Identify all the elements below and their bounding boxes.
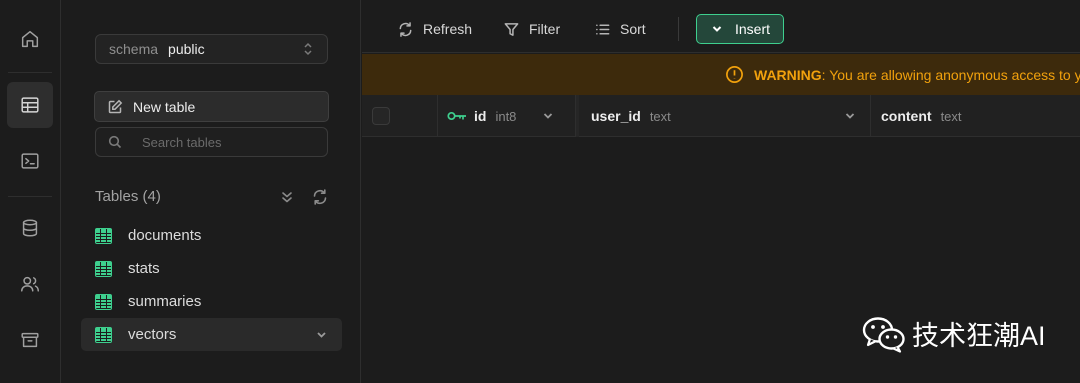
- table-item-documents[interactable]: documents: [81, 219, 342, 252]
- table-item-vectors[interactable]: vectors: [81, 318, 342, 351]
- authentication-button[interactable]: [7, 261, 53, 307]
- users-icon: [21, 276, 39, 292]
- table-editor-button[interactable]: [7, 82, 53, 128]
- filter-button[interactable]: Filter: [503, 17, 560, 41]
- table-item-label: vectors: [128, 326, 177, 343]
- search-tables-field[interactable]: [95, 127, 328, 157]
- watermark-text: 技术狂潮AI: [912, 321, 1046, 351]
- search-icon: [108, 135, 122, 149]
- table-icon: [95, 260, 112, 277]
- refresh-icon: [399, 21, 412, 37]
- warning-icon: [726, 66, 743, 83]
- chevron-down-icon[interactable]: [315, 328, 328, 341]
- sort-label: Sort: [620, 21, 646, 37]
- watermark: 技术狂潮AI: [862, 314, 1046, 353]
- chevron-down-icon[interactable]: [542, 110, 554, 122]
- schema-value: public: [168, 41, 205, 57]
- rail-divider: [8, 72, 52, 73]
- column-type: text: [940, 108, 962, 124]
- refresh-label: Refresh: [423, 21, 473, 37]
- table-editor-sidebar: schema public New table Tables (4) docum…: [62, 0, 361, 383]
- sort-button[interactable]: Sort: [594, 17, 646, 41]
- sort-icon: [596, 23, 610, 35]
- refresh-button[interactable]: Refresh: [397, 17, 472, 41]
- insert-label: Insert: [735, 21, 771, 37]
- refresh-tables-icon[interactable]: [311, 188, 329, 206]
- database-icon: [22, 219, 38, 237]
- schema-label: schema: [109, 41, 159, 57]
- warning-banner: WARNING: You are allowing anonymous acce…: [362, 54, 1080, 95]
- chevron-down-icon[interactable]: [844, 110, 856, 122]
- filter-icon: [504, 22, 519, 36]
- schema-selector[interactable]: schema public: [95, 34, 328, 64]
- column-header-id[interactable]: id int8: [438, 95, 576, 137]
- table-item-summaries[interactable]: summaries: [81, 285, 342, 318]
- home-icon: [21, 30, 39, 48]
- table-icon: [95, 227, 112, 244]
- table-icon: [95, 326, 112, 343]
- icon-rail: [0, 0, 61, 383]
- grid-toolbar: Refresh Filter Sort Insert: [362, 0, 1080, 53]
- sql-editor-icon: [21, 153, 39, 169]
- collapse-all-icon[interactable]: [278, 188, 296, 206]
- database-button[interactable]: [7, 205, 53, 251]
- tables-heading: Tables (4): [95, 188, 161, 205]
- table-item-label: summaries: [128, 293, 202, 310]
- new-table-label: New table: [133, 98, 196, 115]
- column-header-user-id[interactable]: user_id text: [576, 95, 871, 137]
- table-item-label: stats: [128, 260, 160, 277]
- warning-text: : You are allowing anonymous access to y: [821, 66, 1080, 83]
- primary-key-icon: [447, 111, 466, 121]
- column-type: text: [649, 108, 671, 124]
- sql-editor-button[interactable]: [7, 138, 53, 184]
- toolbar-divider: [678, 17, 679, 41]
- search-tables-input[interactable]: [142, 134, 312, 150]
- new-table-button[interactable]: New table: [94, 91, 329, 122]
- column-type: int8: [495, 108, 517, 124]
- select-all-checkbox[interactable]: [372, 107, 390, 125]
- edit-icon: [108, 99, 123, 113]
- table-icon: [95, 293, 112, 310]
- table-item-label: documents: [128, 227, 202, 244]
- storage-icon: [21, 332, 39, 348]
- column-header-content[interactable]: content text: [871, 95, 1080, 137]
- table-editor-icon: [21, 97, 39, 113]
- select-all-cell: [362, 95, 438, 137]
- column-name: user_id: [591, 108, 641, 124]
- warning-keyword: WARNING: [754, 66, 822, 83]
- storage-button[interactable]: [7, 317, 53, 363]
- chevron-down-icon: [712, 26, 722, 32]
- table-item-stats[interactable]: stats: [81, 252, 342, 285]
- home-button[interactable]: [7, 16, 53, 62]
- column-name: id: [474, 108, 487, 124]
- insert-button[interactable]: Insert: [696, 14, 784, 44]
- chevron-up-down-icon: [304, 42, 312, 56]
- tables-list: documents stats summaries vectors: [81, 219, 342, 351]
- wechat-logo-icon: [862, 316, 905, 353]
- grid-header-row: id int8 user_id text content text: [362, 95, 1080, 137]
- filter-label: Filter: [529, 21, 561, 37]
- column-name: content: [881, 108, 932, 124]
- rail-divider: [8, 196, 52, 197]
